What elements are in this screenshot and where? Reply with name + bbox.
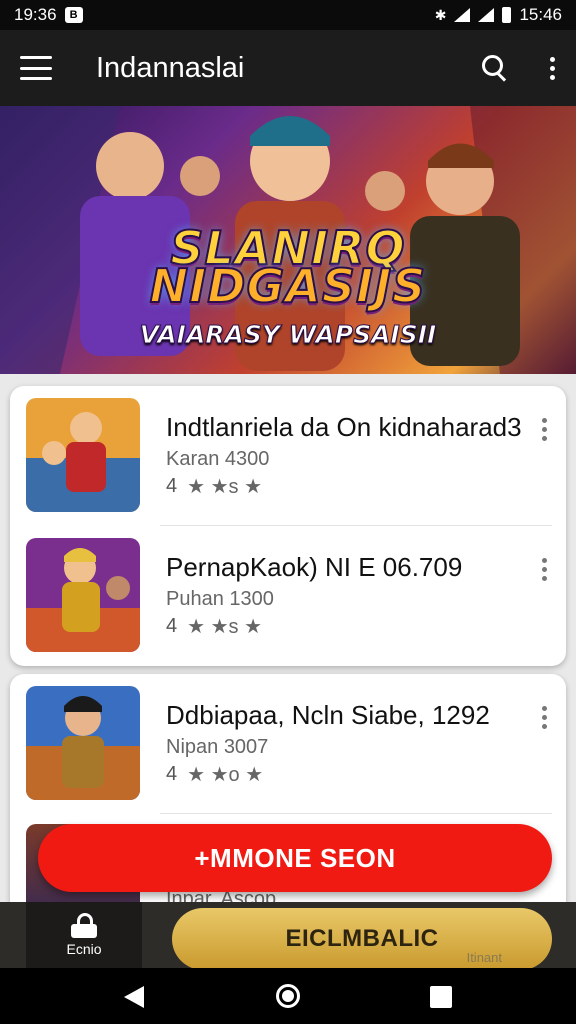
list-item-title: Indtlanriela da On kidnaharad3 (166, 412, 522, 442)
list-item-rating: 4 ★ ★s ★ (166, 474, 262, 499)
app-thumbnail (26, 538, 140, 652)
more-vertical-icon[interactable] (548, 56, 556, 80)
list-item-subtitle: Karan 4300 (166, 448, 270, 470)
nav-right-label: Itinant (466, 950, 502, 965)
rating-value: 4 (166, 763, 178, 785)
bluetooth-icon: ✱ (434, 6, 447, 23)
search-icon[interactable] (482, 55, 508, 82)
more-vertical-icon[interactable] (540, 418, 548, 441)
wifi-icon (454, 8, 471, 22)
list-item-subtitle: Puhan 1300 (166, 588, 274, 610)
rating-value: 4 (166, 475, 178, 497)
divider (160, 813, 552, 814)
rating-value: 4 (166, 615, 178, 637)
page-title: Indannaslai (96, 51, 245, 84)
app-list-card: Indtlanriela da On kidnaharad3 Karan 430… (10, 386, 566, 666)
bottom-nav: Ecnio EICLMBALIC Itinant (0, 902, 576, 970)
status-right: ✱ 15:46 (435, 5, 562, 25)
nav-tab-label: Ecnio (66, 941, 102, 957)
status-time-right: 15:46 (519, 5, 562, 24)
list-item[interactable]: Indtlanriela da On kidnaharad3 Karan 430… (10, 386, 566, 526)
rating-stars: ★ ★s ★ (187, 616, 263, 638)
home-icon[interactable] (276, 984, 300, 1008)
status-time-left: 19:36 (14, 5, 57, 24)
signal-icon (478, 8, 495, 22)
list-item-subtitle: Nipan 3007 (166, 736, 269, 758)
hero-banner[interactable]: SLANIRQ NIDGASIJS VAIARASY WAPSAISII (0, 106, 576, 374)
back-icon[interactable] (124, 986, 144, 1008)
menu-icon[interactable] (20, 56, 52, 80)
app-thumbnail (26, 686, 140, 800)
rating-stars: ★ ★o ★ (187, 764, 264, 786)
notification-app-icon: B (64, 7, 83, 23)
status-bar: 19:36 B ✱ 15:46 (0, 0, 576, 30)
rating-stars: ★ ★s ★ (187, 476, 263, 498)
app-thumbnail (26, 398, 140, 512)
list-item-rating: 4 ★ ★o ★ (166, 762, 263, 787)
recent-apps-icon[interactable] (430, 986, 452, 1008)
primary-action-button[interactable]: +MMONE SEON (38, 824, 552, 892)
banner-subtitle: VAIARASY WAPSAISII (139, 320, 437, 350)
list-item-title: PernapKaok) NI E 06.709 (166, 552, 463, 582)
lock-icon (71, 913, 97, 938)
list-item-rating: 4 ★ ★s ★ (166, 614, 262, 639)
app-bar: Indannaslai (0, 30, 576, 106)
more-vertical-icon[interactable] (540, 706, 548, 729)
nav-tab-lock[interactable]: Ecnio (26, 902, 142, 968)
list-item[interactable]: PernapKaok) NI E 06.709 Puhan 1300 4 ★ ★… (10, 526, 566, 666)
more-vertical-icon[interactable] (540, 558, 548, 581)
list-item[interactable]: Ddbiapaa, Ncln Siabe, 1292 Nipan 3007 4 … (10, 674, 566, 814)
status-left: 19:36 B (14, 5, 83, 25)
battery-icon (502, 7, 512, 23)
list-item-title: Ddbiapaa, Ncln Siabe, 1292 (166, 700, 490, 730)
system-nav-bar (0, 968, 576, 1024)
banner-title-line2: NIDGASIJS (149, 259, 427, 313)
